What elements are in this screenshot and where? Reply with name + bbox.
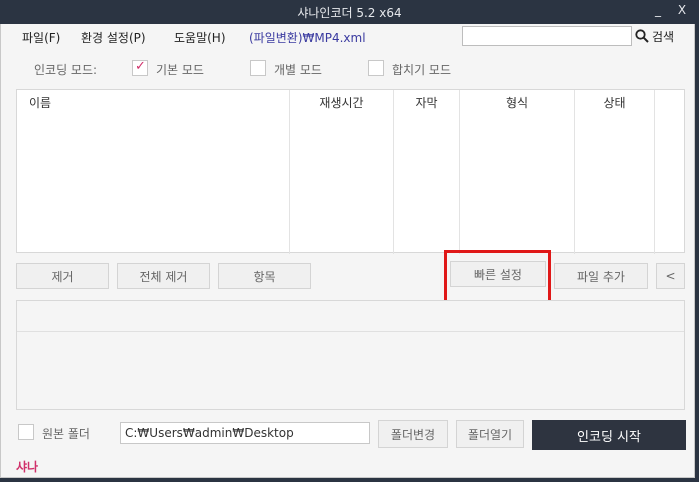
close-button[interactable]: X xyxy=(672,3,692,21)
minimize-button[interactable]: _ xyxy=(648,3,668,21)
menu-file[interactable]: 파일(F) xyxy=(22,29,60,46)
encoding-mode-label: 인코딩 모드: xyxy=(34,63,98,77)
remove-all-button[interactable]: 전체 제거 xyxy=(117,263,210,289)
window-title: 샤나인코더 5.2 x64 xyxy=(297,6,402,20)
column-header-status[interactable]: 상태 xyxy=(575,90,655,254)
output-row: 원본 폴더 폴더변경 폴더열기 인코딩 시작 xyxy=(1,420,694,450)
merge-mode-checkbox[interactable] xyxy=(368,60,384,76)
column-header-format[interactable]: 형식 xyxy=(460,90,575,254)
log-panel xyxy=(16,300,685,410)
add-file-button[interactable]: 파일 추가 xyxy=(554,263,648,289)
start-encoding-button[interactable]: 인코딩 시작 xyxy=(532,420,686,450)
column-header-subtitle[interactable]: 자막 xyxy=(394,90,460,254)
output-folder-path-input[interactable] xyxy=(120,422,370,444)
basic-mode-label: 기본 모드 xyxy=(156,63,204,77)
column-header-name[interactable]: 이름 xyxy=(17,90,290,254)
search-button[interactable]: 검색 xyxy=(635,26,674,46)
menu-help[interactable]: 도움말(H) xyxy=(174,29,226,46)
remove-button[interactable]: 제거 xyxy=(16,263,109,289)
brand-label: 샤나 xyxy=(16,460,39,474)
basic-mode-checkbox[interactable] xyxy=(132,59,148,76)
menu-settings[interactable]: 환경 설정(P) xyxy=(81,29,146,46)
individual-mode-checkbox[interactable] xyxy=(250,60,266,76)
merge-mode-label: 합치기 모드 xyxy=(392,63,452,77)
log-divider xyxy=(17,331,684,332)
search-input[interactable] xyxy=(462,26,632,46)
collapse-panel-button[interactable]: < xyxy=(656,263,685,289)
current-profile-path: (파일변환)₩MP4.xml xyxy=(249,31,366,45)
source-folder-checkbox[interactable] xyxy=(18,424,34,440)
window-bottom-border xyxy=(0,478,699,482)
file-list-table[interactable]: 이름 재생시간 자막 형식 상태 xyxy=(16,89,685,254)
column-header-duration[interactable]: 재생시간 xyxy=(290,90,394,254)
change-folder-button[interactable]: 폴더변경 xyxy=(378,420,448,448)
item-button[interactable]: 항목 xyxy=(218,263,311,289)
title-bar: 샤나인코더 5.2 x64 _ X xyxy=(0,0,699,24)
search-icon xyxy=(635,29,649,43)
source-folder-label: 원본 폴더 xyxy=(42,427,90,441)
window-right-border xyxy=(695,24,699,482)
search-button-label: 검색 xyxy=(652,29,675,44)
encoding-mode-row: 인코딩 모드: 기본 모드 개별 모드 합치기 모드 xyxy=(1,59,694,80)
open-folder-button[interactable]: 폴더열기 xyxy=(456,420,524,448)
main-window: 파일(F) 환경 설정(P) 도움말(H) (파일변환)₩MP4.xml 검색 … xyxy=(0,24,695,478)
individual-mode-label: 개별 모드 xyxy=(274,63,322,77)
